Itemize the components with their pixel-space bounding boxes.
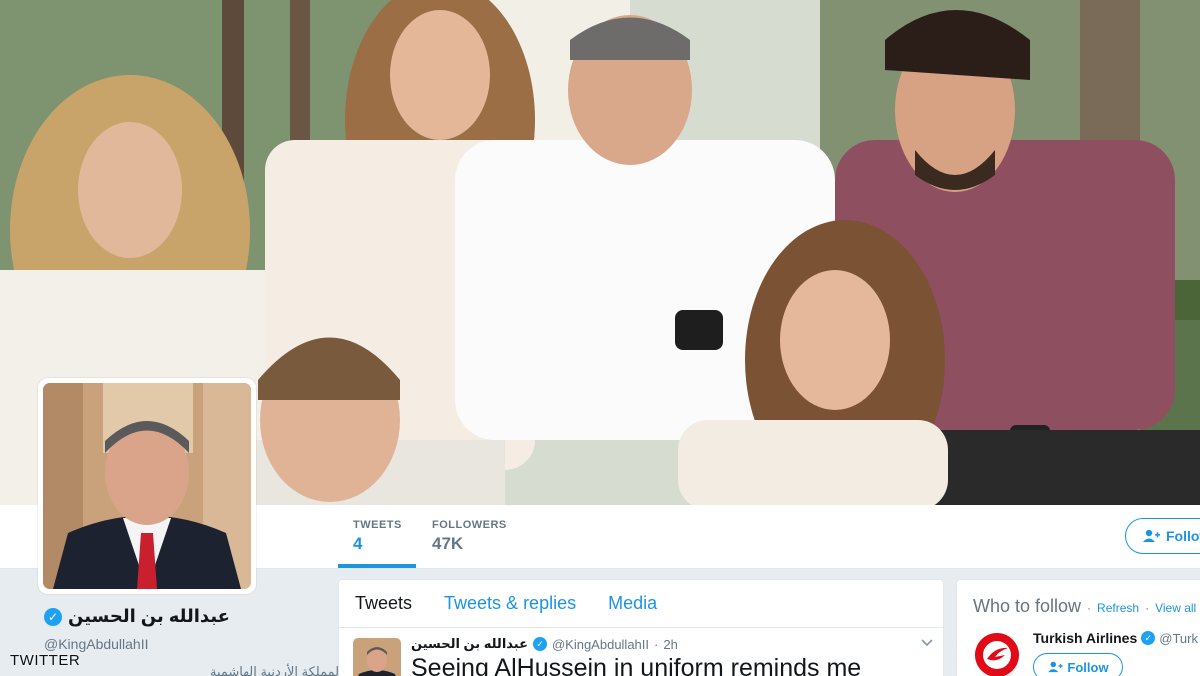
profile-avatar[interactable] [38,378,256,594]
add-user-icon [1143,529,1160,542]
tweet-author-name[interactable]: عبدالله بن الحسين [411,636,528,652]
suggested-user-name[interactable]: Turkish Airlines [1033,630,1137,646]
tweet-separator: · [654,636,659,652]
tab-tweets[interactable]: Tweets [339,593,428,614]
timeline-tabs: Tweets Tweets & replies Media [339,580,943,628]
tab-tweets-replies[interactable]: Tweets & replies [428,593,592,614]
who-to-follow-separator: · [1145,601,1150,615]
tweet-author-handle[interactable]: @KingAbdullahII [552,637,649,652]
suggested-follow-button[interactable]: Follow [1033,653,1123,676]
tweet-header: عبدالله بن الحسين ✓ @KingAbdullahII · 2h [411,636,678,652]
tweet-text: Seeing AlHussein in uniform reminds me [411,654,862,676]
stat-tweets[interactable]: TWEETS 4 [338,505,416,568]
watermark-label: TWITTER [10,652,81,669]
tweet-item[interactable]: عبدالله بن الحسين ✓ @KingAbdullahII · 2h… [339,628,943,676]
tweet-avatar[interactable] [353,638,401,676]
suggested-user-handle[interactable]: @Turk [1159,631,1198,646]
refresh-link[interactable]: Refresh [1097,601,1139,615]
verified-badge-icon: ✓ [532,637,547,651]
avatar-image [43,383,251,589]
who-to-follow-title: Who to follow [973,596,1082,616]
follow-button[interactable]: Follow [1125,518,1200,554]
suggested-user[interactable]: Turkish Airlines ✓ @Turk [1033,630,1198,646]
view-all-link[interactable]: View all [1155,601,1196,615]
tweet-timestamp[interactable]: 2h [663,637,677,652]
stat-tweets-label: TWEETS [353,519,402,531]
follow-button-label: Follow [1166,528,1200,544]
add-user-icon [1048,661,1064,673]
stat-tweets-value: 4 [353,534,363,553]
profile-name[interactable]: عبدالله بن الحسين ✓ [44,606,230,627]
profile-handle[interactable]: @KingAbdullahII [44,636,149,652]
verified-badge-icon: ✓ [44,607,62,626]
tweet-avatar-image [353,638,401,676]
turkish-airlines-logo-icon [975,633,1019,676]
tab-media[interactable]: Media [592,593,673,614]
who-to-follow-separator: · [1087,601,1092,615]
chevron-down-icon[interactable] [921,634,933,650]
verified-badge-icon: ✓ [1141,631,1156,645]
stat-followers[interactable]: FOLLOWERS 47K [432,505,542,569]
turkish-airlines-logo[interactable] [975,633,1019,676]
profile-name-text: عبدالله بن الحسين [68,606,230,626]
stat-followers-label: FOLLOWERS [432,519,507,531]
who-to-follow-panel: Who to follow · Refresh · View all Turki… [956,579,1200,676]
stat-followers-value: 47K [432,534,464,553]
suggested-follow-label: Follow [1067,659,1109,675]
timeline: Tweets Tweets & replies Media عبدالله بن… [338,579,944,676]
who-to-follow-header: Who to follow · Refresh · View all [973,596,1196,617]
